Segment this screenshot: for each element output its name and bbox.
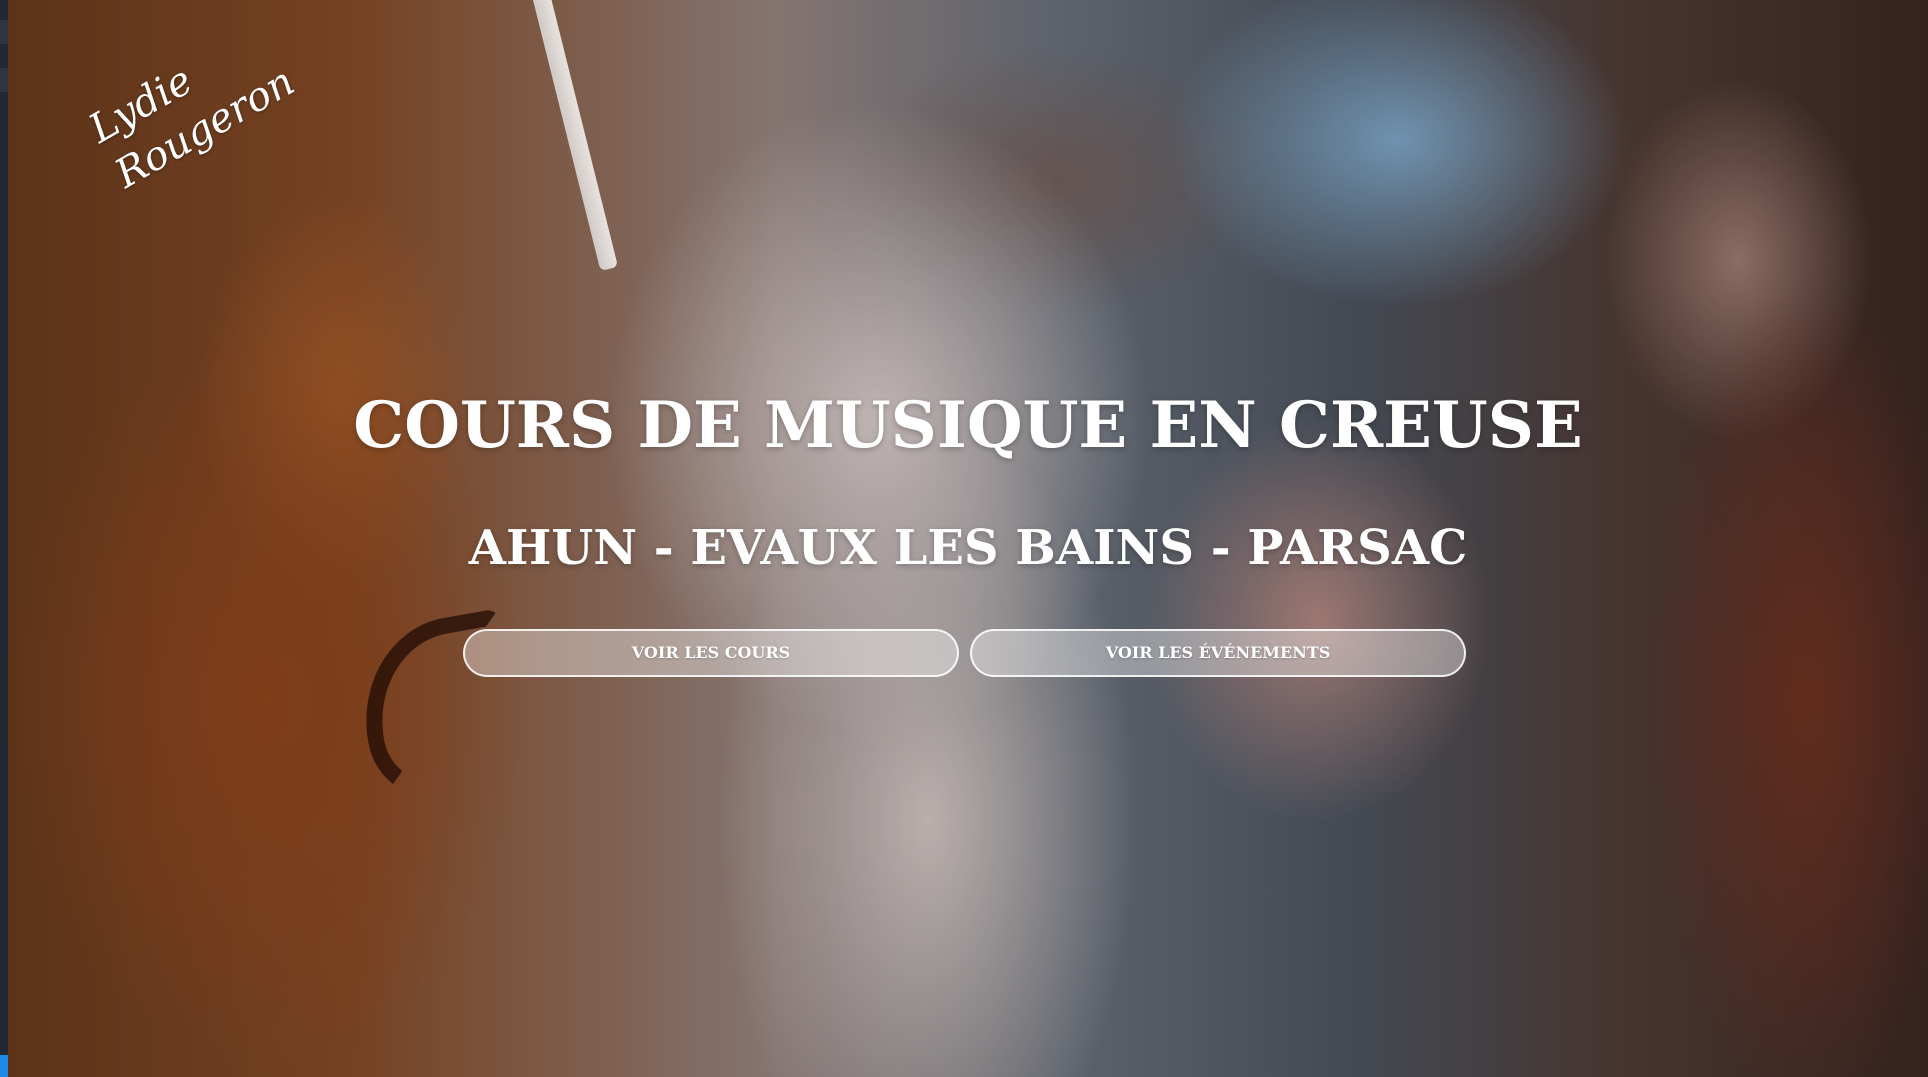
edge-marker (0, 68, 8, 92)
edge-marker (0, 20, 8, 44)
view-events-button[interactable]: VOIR LES ÉVÉNEMENTS (970, 629, 1466, 677)
view-courses-button[interactable]: VOIR LES COURS (463, 629, 959, 677)
edge-indicator (0, 1055, 8, 1077)
browser-left-edge (0, 0, 8, 1077)
hero-content: COURS DE MUSIQUE EN CREUSE AHUN - EVAUX … (8, 0, 1928, 1077)
hero-subtitle: AHUN - EVAUX LES BAINS - PARSAC (468, 520, 1468, 576)
hero-title: COURS DE MUSIQUE EN CREUSE (353, 388, 1583, 463)
